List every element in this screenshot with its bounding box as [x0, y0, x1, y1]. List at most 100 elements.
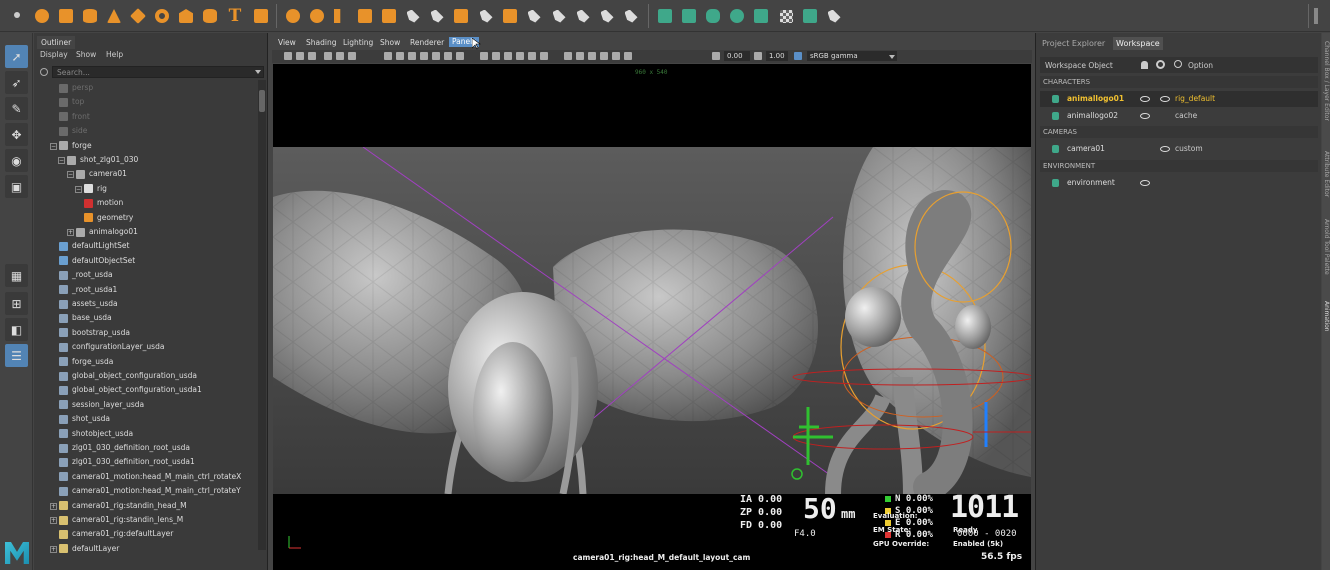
wireframe-icon[interactable] [480, 52, 488, 60]
visibility-eye-icon[interactable] [1160, 146, 1170, 152]
outliner-layout-icon[interactable]: ☰ [5, 344, 28, 367]
camera-select-icon[interactable] [284, 52, 292, 60]
expand-toggle-icon[interactable]: − [67, 171, 74, 179]
gamma-icon[interactable] [754, 52, 762, 60]
outliner-item[interactable]: camera01_rig:standin_head_M [59, 499, 187, 513]
expand-toggle-icon[interactable]: + [67, 229, 74, 236]
safe-action-icon[interactable] [444, 52, 452, 60]
menu-lighting[interactable]: Lighting [343, 38, 373, 47]
film-gate-icon[interactable] [396, 52, 404, 60]
move-tool-icon[interactable]: ✥ [5, 123, 28, 146]
viewport-3d[interactable]: 960 x 540 IA 0.00 ZP 0.00 FD 0.00 50 mm … [273, 64, 1031, 570]
textured-icon[interactable] [516, 52, 524, 60]
expand-toggle-icon[interactable]: − [58, 157, 65, 164]
layout-uv-icon[interactable] [800, 6, 820, 26]
outliner-item[interactable]: session_layer_usda [59, 398, 144, 412]
ambient-occlusion-icon[interactable] [600, 52, 608, 60]
visibility-eye-icon[interactable] [1140, 179, 1150, 186]
expand-toggle-icon[interactable]: + [50, 517, 57, 524]
expand-toggle-icon[interactable]: − [50, 142, 57, 150]
outliner-item[interactable]: rig [84, 182, 107, 196]
poly-cone-icon[interactable] [104, 6, 124, 26]
target-weld-icon[interactable] [573, 6, 593, 26]
camera-attr-icon[interactable] [296, 52, 304, 60]
smooth-shade-icon[interactable] [492, 52, 500, 60]
multi-cut-icon[interactable] [524, 6, 544, 26]
side-by-side-icon[interactable]: ◧ [5, 318, 28, 341]
outliner-item[interactable]: side [59, 124, 87, 138]
paint-select-icon[interactable]: ✎ [5, 97, 28, 120]
side-tab-channel-box[interactable]: Channel Box / Layer Editor [1322, 41, 1330, 153]
outliner-item[interactable]: defaultLightSet [59, 239, 129, 253]
outliner-item[interactable]: front [59, 110, 90, 124]
outliner-item[interactable]: base_usda [59, 311, 112, 325]
color-management-icon[interactable] [794, 52, 802, 60]
outliner-item[interactable]: zlg01_030_definition_root_usda1 [59, 455, 195, 469]
lasso-tool-icon[interactable]: ➶ [5, 71, 28, 94]
grease-pencil-icon[interactable] [348, 52, 356, 60]
scale-tool-icon[interactable]: ▣ [5, 175, 28, 198]
workspace-row[interactable]: animallogo02 cache [1040, 108, 1318, 124]
outliner-item[interactable]: _root_usda [59, 268, 113, 282]
separate-icon[interactable] [307, 6, 327, 26]
chevron-down-icon[interactable] [889, 55, 895, 59]
single-pane-icon[interactable]: ▦ [5, 264, 28, 287]
cut-uv-icon[interactable] [824, 6, 844, 26]
outliner-item[interactable]: geometry [84, 211, 133, 225]
menu-shading[interactable]: Shading [306, 38, 336, 47]
visibility-eye-icon[interactable] [1140, 96, 1150, 102]
outliner-tab[interactable]: Outliner [37, 36, 76, 49]
outliner-item[interactable]: shot_zlg01_030 [67, 153, 138, 167]
planar-map-icon[interactable] [679, 6, 699, 26]
outliner-item[interactable]: _root_usda1 [59, 283, 117, 297]
select-tool-icon[interactable]: ➚ [5, 45, 28, 68]
workspace-option-value[interactable]: custom [1175, 141, 1203, 157]
poly-pipe-icon[interactable] [200, 6, 220, 26]
resolution-gate-icon[interactable] [408, 52, 416, 60]
edge-loop-icon[interactable] [549, 6, 569, 26]
xray-joints-icon[interactable] [576, 52, 584, 60]
bevel-icon[interactable] [379, 6, 399, 26]
outliner-item[interactable]: defaultLayer [59, 542, 119, 556]
outliner-menu-display[interactable]: Display [40, 50, 68, 59]
side-tab-attribute-editor[interactable]: Attribute Editor [1322, 151, 1330, 219]
menu-renderer[interactable]: Renderer [410, 38, 444, 47]
cylindrical-map-icon[interactable] [703, 6, 723, 26]
outliner-item[interactable]: shot_usda [59, 412, 110, 426]
poly-prism-icon[interactable] [176, 6, 196, 26]
mirror-icon[interactable] [331, 6, 351, 26]
poly-sphere-icon[interactable] [32, 6, 52, 26]
menu-show[interactable]: Show [380, 38, 400, 47]
combine-icon[interactable] [283, 6, 303, 26]
visibility-eye-icon[interactable] [1140, 112, 1150, 119]
side-tab-animation[interactable]: Animation [1322, 301, 1330, 351]
search-icon[interactable] [1174, 60, 1182, 68]
poly-torus-icon[interactable] [152, 6, 172, 26]
bridge-icon[interactable] [427, 6, 447, 26]
outliner-item[interactable]: configurationLayer_usda [59, 340, 164, 354]
xray-icon[interactable] [564, 52, 572, 60]
poly-text-icon[interactable]: T [225, 6, 245, 26]
aperture-icon[interactable] [624, 52, 632, 60]
exposure-field[interactable]: 0.00 [724, 51, 750, 61]
auto-unwrap-icon[interactable] [751, 6, 771, 26]
expand-toggle-icon[interactable]: + [50, 545, 57, 553]
poly-plane-icon[interactable] [128, 6, 148, 26]
outliner-item[interactable]: camera01_motion:head_M_main_ctrl_rotateX [59, 470, 241, 484]
outliner-item[interactable]: zlg01_030_definition_root_usda [59, 441, 190, 455]
shelf-options-icon[interactable] [1314, 8, 1318, 24]
four-pane-icon[interactable]: ⊞ [5, 292, 28, 315]
spherical-map-icon[interactable] [727, 6, 747, 26]
outliner-item[interactable]: bootstrap_usda [59, 326, 130, 340]
outliner-item[interactable]: animalogo01 [76, 225, 138, 239]
svg-icon[interactable] [251, 6, 271, 26]
grid-icon[interactable] [384, 52, 392, 60]
expand-toggle-icon[interactable]: + [50, 502, 57, 510]
tab-workspace[interactable]: Workspace [1113, 37, 1163, 50]
outliner-item[interactable]: forge_usda [59, 355, 113, 369]
workspace-option-value[interactable]: rig_default [1175, 91, 1215, 107]
chevron-down-icon[interactable] [255, 70, 261, 74]
expand-toggle-icon[interactable]: − [75, 185, 82, 193]
colorspace-dropdown[interactable]: sRGB gamma [807, 51, 897, 61]
outliner-item[interactable]: persp [59, 81, 93, 95]
